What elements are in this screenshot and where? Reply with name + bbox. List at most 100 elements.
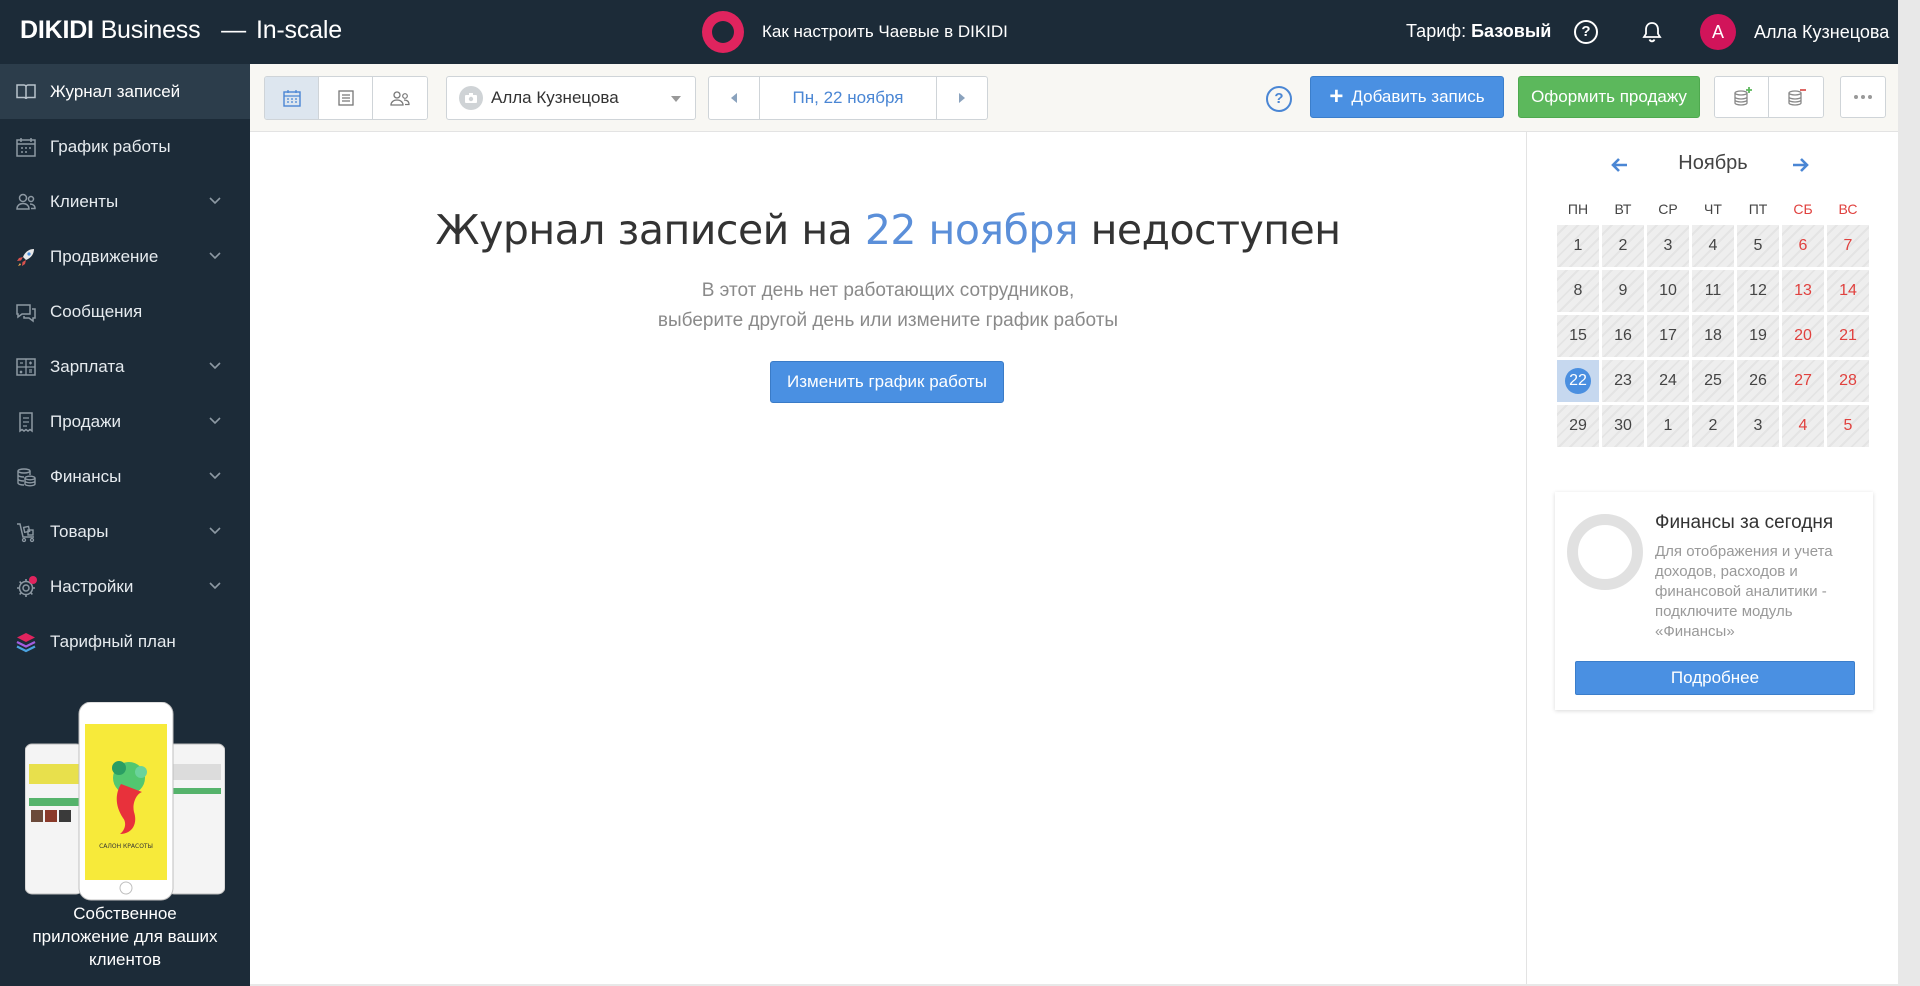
calendar-day[interactable]: 25 bbox=[1692, 360, 1734, 402]
sidebar-item-sales[interactable]: Продажи bbox=[0, 394, 250, 449]
calendar-header: Ноябрь bbox=[1527, 150, 1899, 180]
view-switcher bbox=[264, 76, 428, 120]
finance-today-card: Финансы за сегодня Для отображения и уче… bbox=[1555, 492, 1873, 710]
journal-icon bbox=[14, 80, 38, 104]
change-schedule-button[interactable]: Изменить график работы bbox=[770, 361, 1004, 403]
calendar-day[interactable]: 12 bbox=[1737, 270, 1779, 312]
sidebar-item-clients[interactable]: Клиенты bbox=[0, 174, 250, 229]
donut-chart-icon bbox=[1567, 514, 1643, 590]
calendar-day[interactable]: 11 bbox=[1692, 270, 1734, 312]
calendar-day[interactable]: 14 bbox=[1827, 270, 1869, 312]
sidebar-item-tariff-plan[interactable]: Тарифный план bbox=[0, 614, 250, 669]
bell-icon[interactable] bbox=[1640, 20, 1664, 44]
empty-state-title: Журнал записей на 22 ноября недоступен bbox=[435, 206, 1341, 254]
view-staff-button[interactable] bbox=[373, 77, 427, 119]
calendar-grid: ПН ВТ СР ЧТ ПТ СБ ВС 1 2 3 4 5 6 7 8 9 10 11 12 13 14 15 16 17 1… bbox=[1557, 196, 1869, 447]
finance-more-button[interactable]: Подробнее bbox=[1575, 661, 1855, 695]
list-icon bbox=[337, 90, 354, 106]
calendar-day[interactable]: 24 bbox=[1647, 360, 1689, 402]
cash-out-button[interactable] bbox=[1769, 77, 1823, 117]
calendar-day[interactable]: 10 bbox=[1647, 270, 1689, 312]
user-name[interactable]: Алла Кузнецова bbox=[1754, 22, 1889, 43]
chevron-down-icon bbox=[209, 472, 221, 480]
calendar-day-selected[interactable]: 22 bbox=[1557, 360, 1599, 402]
calendar-weekday: СБ bbox=[1793, 201, 1813, 217]
tips-link[interactable]: Как настроить Чаевые в DIKIDI bbox=[702, 11, 1008, 53]
dikidi-ring-icon bbox=[702, 11, 744, 53]
layers-icon bbox=[14, 630, 38, 654]
calendar-day[interactable]: 19 bbox=[1737, 315, 1779, 357]
app-promo[interactable]: САЛОН КРАСОТЫ Собственное приложение для… bbox=[0, 686, 250, 986]
calendar-day[interactable]: 5 bbox=[1827, 405, 1869, 447]
right-panel: Ноябрь ПН ВТ СР ЧТ ПТ СБ ВС 1 2 3 4 5 6 7 8 9 10 11 12 13 14… bbox=[1526, 132, 1898, 984]
calendar-day[interactable]: 8 bbox=[1557, 270, 1599, 312]
brand-logo[interactable]: DIKIDI Business — In-scale bbox=[20, 16, 342, 45]
cash-actions bbox=[1714, 76, 1824, 118]
calendar-day[interactable]: 7 bbox=[1827, 225, 1869, 267]
calendar-day[interactable]: 3 bbox=[1647, 225, 1689, 267]
calendar-day[interactable]: 6 bbox=[1782, 225, 1824, 267]
calendar-day[interactable]: 2 bbox=[1692, 405, 1734, 447]
calendar-day[interactable]: 20 bbox=[1782, 315, 1824, 357]
calendar-day[interactable]: 4 bbox=[1782, 405, 1824, 447]
calendar-weekday: ПТ bbox=[1748, 201, 1768, 217]
chevron-down-icon bbox=[209, 582, 221, 590]
make-sale-button[interactable]: Оформить продажу bbox=[1518, 76, 1700, 118]
chevron-down-icon bbox=[209, 362, 221, 370]
calendar-icon bbox=[282, 90, 301, 107]
arrow-right-icon[interactable] bbox=[1789, 154, 1811, 176]
tariff-info[interactable]: Тариф: Базовый bbox=[1406, 21, 1551, 42]
calendar-day[interactable]: 1 bbox=[1647, 405, 1689, 447]
calendar-day[interactable]: 28 bbox=[1827, 360, 1869, 402]
triangle-left-icon bbox=[731, 93, 737, 103]
calendar-day[interactable]: 1 bbox=[1557, 225, 1599, 267]
view-list-button[interactable] bbox=[319, 77, 373, 119]
calendar-day[interactable]: 17 bbox=[1647, 315, 1689, 357]
view-calendar-button[interactable] bbox=[265, 77, 319, 119]
coins-minus-icon bbox=[1788, 89, 1806, 106]
next-day-button[interactable] bbox=[937, 77, 987, 119]
help-icon[interactable]: ? bbox=[1574, 20, 1598, 44]
calendar-day[interactable]: 23 bbox=[1602, 360, 1644, 402]
camera-icon bbox=[459, 86, 483, 110]
rocket-icon bbox=[14, 245, 38, 269]
current-date[interactable]: Пн, 22 ноября bbox=[759, 77, 937, 119]
more-button[interactable] bbox=[1840, 76, 1886, 118]
sidebar-item-salary[interactable]: Зарплата bbox=[0, 339, 250, 394]
calendar-day[interactable]: 15 bbox=[1557, 315, 1599, 357]
help-icon[interactable]: ? bbox=[1266, 86, 1292, 112]
calendar-day[interactable]: 5 bbox=[1737, 225, 1779, 267]
finance-icon bbox=[14, 465, 38, 489]
goods-icon bbox=[14, 520, 38, 544]
calendar-day[interactable]: 18 bbox=[1692, 315, 1734, 357]
staff-select[interactable]: Алла Кузнецова bbox=[446, 76, 696, 120]
promo-text: Собственное приложение для ваших клиенто… bbox=[32, 904, 218, 969]
cash-in-button[interactable] bbox=[1715, 77, 1769, 117]
finance-description: Для отображения и учета доходов, расходо… bbox=[1655, 543, 1833, 640]
sidebar-item-messages[interactable]: Сообщения bbox=[0, 284, 250, 339]
calendar-day[interactable]: 3 bbox=[1737, 405, 1779, 447]
sidebar-item-finance[interactable]: Финансы bbox=[0, 449, 250, 504]
sidebar-item-promotion[interactable]: Продвижение bbox=[0, 229, 250, 284]
user-avatar[interactable]: А bbox=[1700, 14, 1736, 50]
sidebar-item-schedule[interactable]: График работы bbox=[0, 119, 250, 174]
tips-link-text: Как настроить Чаевые в DIKIDI bbox=[762, 22, 1008, 41]
calendar-day[interactable]: 30 bbox=[1602, 405, 1644, 447]
calendar-day[interactable]: 16 bbox=[1602, 315, 1644, 357]
sidebar-item-settings[interactable]: Настройки bbox=[0, 559, 250, 614]
calendar-day[interactable]: 27 bbox=[1782, 360, 1824, 402]
calendar-day[interactable]: 29 bbox=[1557, 405, 1599, 447]
calendar-day[interactable]: 2 bbox=[1602, 225, 1644, 267]
add-record-button[interactable]: + Добавить запись bbox=[1310, 76, 1504, 118]
window-scrollbar[interactable] bbox=[1898, 0, 1920, 986]
calendar-day[interactable]: 13 bbox=[1782, 270, 1824, 312]
prev-day-button[interactable] bbox=[709, 77, 759, 119]
sidebar-item-journal[interactable]: Журнал записей bbox=[0, 64, 250, 119]
sales-icon bbox=[14, 410, 38, 434]
calendar-day[interactable]: 9 bbox=[1602, 270, 1644, 312]
finance-title: Финансы за сегодня bbox=[1655, 512, 1834, 533]
calendar-day[interactable]: 4 bbox=[1692, 225, 1734, 267]
sidebar-item-goods[interactable]: Товары bbox=[0, 504, 250, 559]
calendar-day[interactable]: 26 bbox=[1737, 360, 1779, 402]
calendar-day[interactable]: 21 bbox=[1827, 315, 1869, 357]
